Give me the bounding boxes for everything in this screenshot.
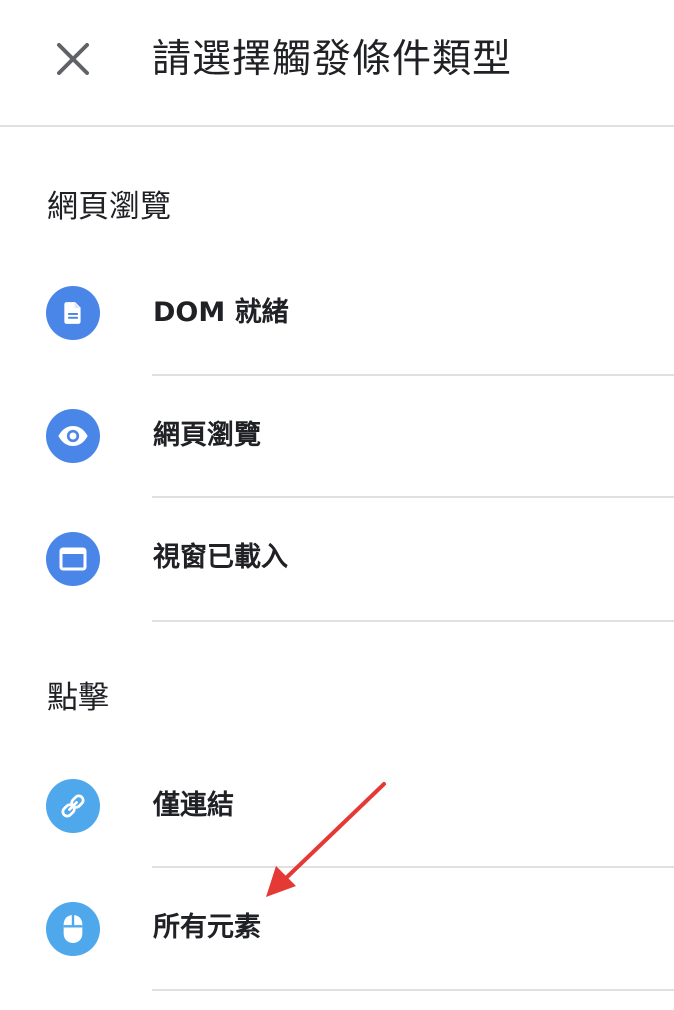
item-label: 僅連結	[153, 790, 234, 821]
link-icon	[46, 779, 100, 833]
section-label-click: 點擊	[47, 680, 109, 716]
trigger-type-panel: 請選擇觸發條件類型 網頁瀏覽 DOM 就緒 網頁瀏覽 視窗已載入 點擊 僅連結 …	[0, 0, 674, 1010]
list-item-all-elements[interactable]: 所有元素	[0, 866, 674, 991]
close-button[interactable]	[48, 34, 98, 84]
mouse-icon	[46, 902, 100, 956]
divider	[152, 620, 674, 622]
page-title: 請選擇觸發條件類型	[152, 37, 513, 82]
item-label: 視窗已載入	[153, 542, 288, 573]
document-icon	[46, 286, 100, 340]
window-icon	[46, 532, 100, 586]
list-item-just-links[interactable]: 僅連結	[0, 744, 674, 868]
divider	[152, 989, 674, 991]
list-item-window-loaded[interactable]: 視窗已載入	[0, 496, 674, 622]
section-label-pageview: 網頁瀏覽	[47, 189, 171, 225]
item-label: DOM 就緒	[153, 297, 289, 328]
panel-header: 請選擇觸發條件類型	[0, 0, 674, 127]
eye-icon	[46, 409, 100, 463]
item-label: 網頁瀏覽	[153, 420, 261, 451]
list-item-dom-ready[interactable]: DOM 就緒	[0, 252, 674, 376]
list-item-page-view[interactable]: 網頁瀏覽	[0, 374, 674, 498]
item-label: 所有元素	[153, 912, 261, 943]
close-icon	[57, 43, 89, 75]
